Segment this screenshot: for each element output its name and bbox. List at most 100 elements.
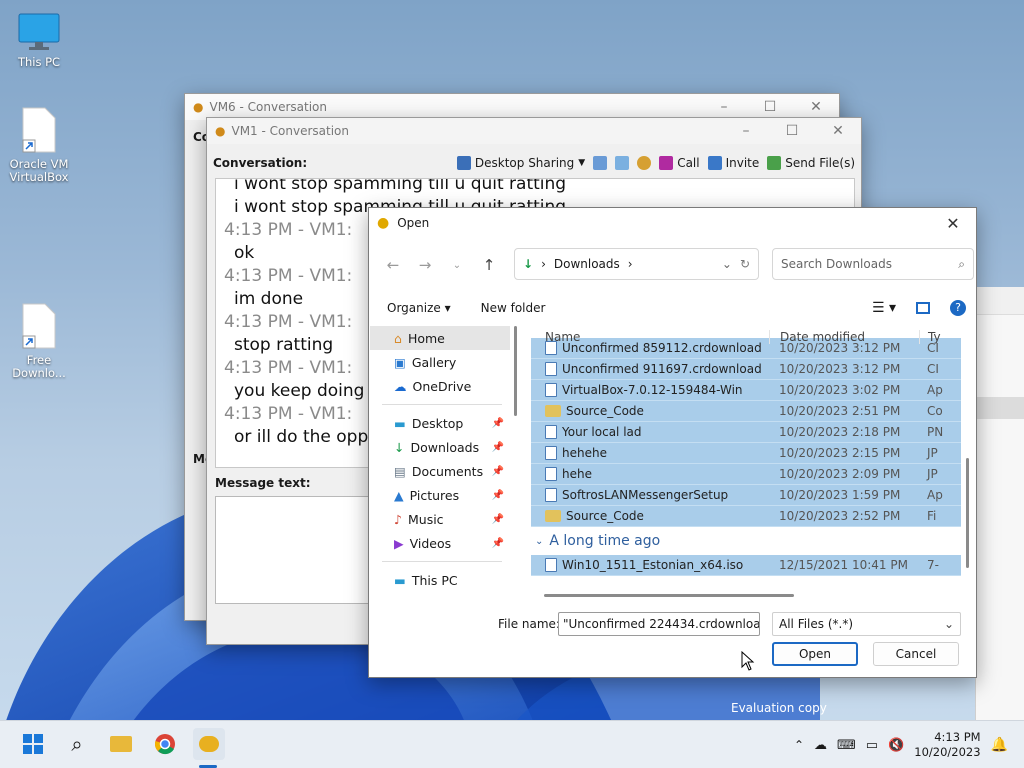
help-icon[interactable]: ?	[950, 300, 966, 316]
background-window-edge[interactable]	[975, 287, 1024, 720]
start-button[interactable]	[20, 731, 46, 757]
address-bar[interactable]: ↓ › Downloads › ⌄ ↻	[514, 248, 759, 280]
display-icon[interactable]: ▭	[866, 738, 878, 753]
invite-button[interactable]: Invite	[707, 156, 759, 170]
nav-item-documents[interactable]: ▤ Documents 📌	[370, 459, 510, 483]
file-type: Co	[927, 404, 943, 418]
file-type-select[interactable]: All Files (*.*) ⌄	[772, 612, 961, 636]
vm1-titlebar[interactable]: ● VM1 - Conversation – ☐ ✕	[207, 118, 861, 144]
search-input[interactable]: Search Downloads ⌕	[772, 248, 974, 280]
file-name-cell: Source_Code	[531, 509, 769, 523]
address-segment-downloads[interactable]: Downloads	[554, 257, 620, 271]
file-row[interactable]: hehe 10/20/2023 2:09 PM JP	[531, 464, 961, 485]
file-name: hehehe	[562, 446, 607, 460]
computer-icon: ▬	[394, 572, 406, 588]
file-type: 7-	[927, 558, 939, 572]
file-name: Unconfirmed 859112.crdownload	[562, 341, 762, 355]
file-date: 10/20/2023 2:15 PM	[779, 446, 901, 460]
file-row[interactable]: Win10_1511_Estonian_x64.iso 12/15/2021 10…	[531, 555, 961, 576]
nav-item-onedrive[interactable]: ☁ OneDrive	[370, 374, 510, 398]
nav-item-music[interactable]: ♪ Music 📌	[370, 507, 510, 531]
nav-item-gallery[interactable]: ▣ Gallery	[370, 350, 510, 374]
dialog-footer: File name: "Unconfirmed 224434.crdownloa…	[369, 608, 976, 678]
preview-pane-icon[interactable]	[916, 302, 930, 314]
close-button[interactable]: ✕	[815, 123, 861, 139]
file-list[interactable]: Name Date modified Ty Unconfirmed 859112…	[531, 326, 961, 588]
file-name: Source_Code	[566, 404, 644, 418]
file-row[interactable]: Source_Code 10/20/2023 2:52 PM Fi	[531, 506, 961, 527]
notification-bell-icon[interactable]: 🔔	[991, 737, 1008, 753]
file-row[interactable]: Source_Code 10/20/2023 2:51 PM Co	[531, 401, 961, 422]
minimize-button[interactable]: –	[701, 99, 747, 115]
open-file-dialog[interactable]: ● Open ✕ ← → ⌄ ↑ ↓ › Downloads › ⌄ ↻ Sea…	[368, 207, 977, 678]
file-row[interactable]: Unconfirmed 911697.crdownload 10/20/2023 …	[531, 359, 961, 380]
close-button[interactable]: ✕	[930, 214, 976, 233]
file-row[interactable]: Your local lad 10/20/2023 2:18 PM PN	[531, 422, 961, 443]
nav-item-home[interactable]: ⌂ Home	[370, 326, 510, 350]
volume-muted-icon[interactable]: 🔇	[888, 738, 904, 753]
minimize-button[interactable]: –	[723, 123, 769, 139]
send-files-button[interactable]: Send File(s)	[767, 156, 855, 170]
chrome-icon[interactable]	[152, 731, 178, 757]
maximize-button[interactable]: ☐	[769, 123, 815, 139]
file-date: 10/20/2023 2:51 PM	[779, 404, 901, 418]
file-name-value: "Unconfirmed 224434.crdownload	[563, 617, 760, 631]
message-text-input[interactable]	[215, 496, 375, 604]
file-type: CI	[927, 362, 939, 376]
desktop-icon: ▬	[394, 415, 406, 431]
horizontal-scrollbar[interactable]	[544, 594, 794, 597]
file-row[interactable]: SoftrosLANMessengerSetup 10/20/2023 1:59 …	[531, 485, 961, 506]
nav-item-downloads[interactable]: ↓ Downloads 📌	[370, 435, 510, 459]
keyboard-icon[interactable]: ⌨	[837, 738, 856, 753]
nav-pane-scrollbar[interactable]	[514, 326, 517, 416]
nav-item-desktop[interactable]: ▬ Desktop 📌	[370, 411, 510, 435]
maximize-button[interactable]: ☐	[747, 99, 793, 115]
view-options-icon[interactable]: ☰ ▾	[872, 300, 896, 316]
nav-item-pictures[interactable]: ▲ Pictures 📌	[370, 483, 510, 507]
desktop-icon-free-download[interactable]: Free Downlo...	[7, 302, 71, 380]
nav-separator	[382, 404, 502, 405]
mouse-cursor-icon	[741, 651, 755, 671]
nav-item-this-pc[interactable]: ▬ This PC	[370, 568, 510, 592]
file-name: Win10_1511_Estonian_x64.iso	[562, 558, 744, 572]
close-button[interactable]: ✕	[793, 99, 839, 115]
address-dropdown-icon[interactable]: ⌄	[722, 257, 732, 271]
navigation-pane: ⌂ Home ▣ Gallery ☁ OneDrive ▬ Desktop 📌 …	[370, 326, 510, 606]
file-row[interactable]: Unconfirmed 859112.crdownload 10/20/2023 …	[531, 338, 961, 359]
nav-item-videos[interactable]: ▶ Videos 📌	[370, 531, 510, 555]
forward-arrow-icon[interactable]: →	[409, 256, 441, 274]
clock[interactable]: 4:13 PM 10/20/2023	[914, 730, 980, 760]
video-camera-icon	[659, 156, 674, 170]
file-type: JP	[927, 467, 938, 481]
recent-dropdown-icon[interactable]: ⌄	[441, 260, 473, 271]
group-header[interactable]: ⌄ A long time ago	[531, 527, 961, 555]
new-folder-button[interactable]: New folder	[481, 301, 546, 315]
desktop-sharing-button[interactable]: Desktop Sharing ▼	[456, 156, 585, 170]
file-row[interactable]: hehehe 10/20/2023 2:15 PM JP	[531, 443, 961, 464]
desktop-icon-virtualbox[interactable]: Oracle VM VirtualBox	[7, 106, 71, 184]
search-placeholder: Search Downloads	[781, 257, 892, 271]
conversation-toolbar: Conversation: Desktop Sharing ▼ Call Inv…	[213, 152, 855, 174]
refresh-icon[interactable]: ↻	[740, 257, 750, 271]
settings-icon[interactable]	[637, 156, 652, 170]
organize-button[interactable]: Organize ▾	[387, 301, 451, 315]
contact-info-icon[interactable]	[615, 156, 630, 170]
open-dialog-titlebar[interactable]: ● Open ✕	[369, 208, 976, 238]
lan-messenger-taskbar-icon[interactable]	[193, 728, 225, 760]
back-arrow-icon[interactable]: ←	[377, 256, 409, 274]
desktop-icon-this-pc[interactable]: This PC	[7, 12, 71, 69]
open-button[interactable]: Open	[772, 642, 858, 666]
chevron-up-icon[interactable]: ⌃	[794, 738, 804, 752]
file-row[interactable]: VirtualBox-7.0.12-159484-Win 10/20/2023 3…	[531, 380, 961, 401]
history-icon[interactable]	[593, 156, 608, 170]
file-explorer-icon[interactable]	[108, 731, 134, 757]
call-button[interactable]: Call	[659, 156, 700, 170]
file-icon	[545, 558, 557, 572]
network-status-icon[interactable]: ☁	[814, 738, 827, 753]
file-type: Ap	[927, 383, 943, 397]
search-icon[interactable]: ⌕	[64, 731, 90, 757]
file-list-scrollbar[interactable]	[966, 458, 969, 568]
cancel-button[interactable]: Cancel	[873, 642, 959, 666]
up-arrow-icon[interactable]: ↑	[473, 256, 505, 274]
file-name-input[interactable]: "Unconfirmed 224434.crdownload ⌄	[558, 612, 760, 636]
